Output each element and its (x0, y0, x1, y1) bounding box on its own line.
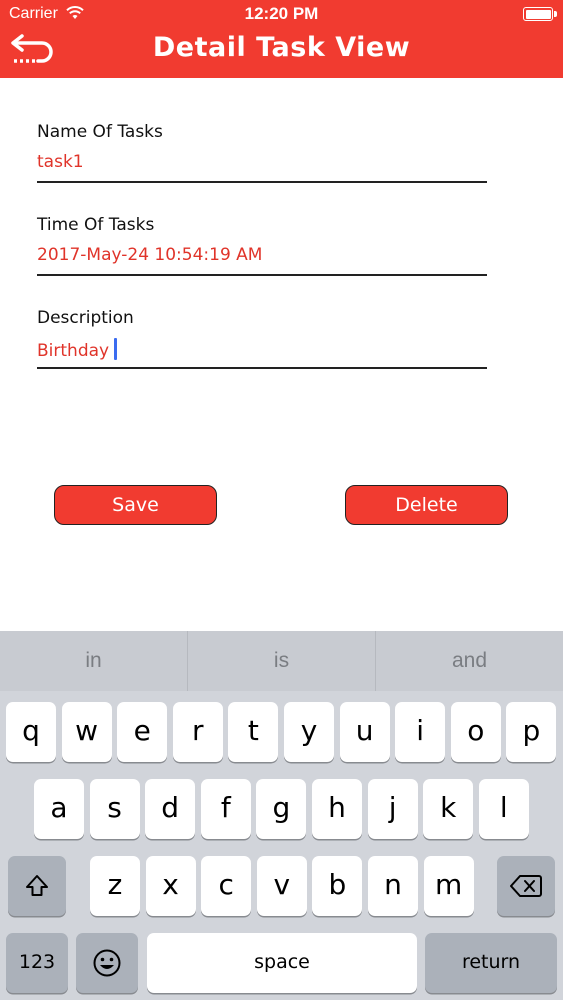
key-v[interactable]: v (256, 856, 307, 916)
task-name-label: Name Of Tasks (37, 122, 163, 142)
key-l[interactable]: l (478, 779, 529, 839)
key-p[interactable]: p (506, 702, 557, 762)
text-cursor (114, 338, 118, 360)
task-time-label: Time Of Tasks (37, 215, 155, 235)
description-value: Birthday (37, 341, 110, 361)
keyboard: in is and qwertyuiop asdfghjkl zxcvbnm 123… (0, 631, 563, 1000)
clock: 12:20 PM (244, 4, 319, 23)
key-z[interactable]: z (90, 856, 140, 916)
task-name-field[interactable]: Name Of Tasks task1 (37, 122, 487, 183)
task-time-underline (37, 274, 487, 276)
suggestion-bar: in is and (0, 631, 563, 691)
key-e[interactable]: e (117, 702, 168, 762)
battery-icon (523, 7, 557, 21)
status-bar: Carrier 12:20 PM (0, 0, 563, 28)
key-r[interactable]: r (172, 702, 223, 762)
key-q[interactable]: q (6, 702, 56, 762)
suggestion-3[interactable]: and (376, 631, 563, 691)
task-time-field[interactable]: Time Of Tasks 2017-May-24 10:54:19 AM (37, 215, 487, 276)
key-f[interactable]: f (200, 779, 251, 839)
shift-icon (26, 875, 48, 896)
key-y[interactable]: y (284, 702, 334, 762)
key-n[interactable]: n (368, 856, 418, 916)
description-label: Description (37, 308, 134, 328)
task-time-value[interactable]: 2017-May-24 10:54:19 AM (37, 245, 487, 267)
emoji-icon (93, 949, 121, 977)
backspace-key[interactable] (497, 856, 555, 916)
key-d[interactable]: d (145, 779, 196, 839)
key-t[interactable]: t (228, 702, 279, 762)
key-x[interactable]: x (145, 856, 196, 916)
backspace-icon (510, 875, 542, 897)
page-title: Detail Task View (152, 32, 411, 63)
delete-button[interactable]: Delete (345, 485, 508, 525)
key-h[interactable]: h (312, 779, 362, 839)
key-u[interactable]: u (339, 702, 390, 762)
description-input[interactable]: Birthday (37, 338, 487, 361)
key-s[interactable]: s (89, 779, 140, 839)
space-key[interactable]: space (147, 933, 417, 993)
key-i[interactable]: i (395, 702, 446, 762)
key-j[interactable]: j (367, 779, 418, 839)
key-a[interactable]: a (34, 779, 84, 839)
key-w[interactable]: w (61, 702, 112, 762)
shift-key[interactable] (8, 856, 66, 916)
nav-bar: Detail Task View (0, 28, 563, 78)
emoji-key[interactable] (76, 933, 138, 993)
description-field[interactable]: Description Birthday (37, 308, 487, 369)
key-m[interactable]: m (423, 856, 474, 916)
key-c[interactable]: c (201, 856, 252, 916)
numbers-key[interactable]: 123 (6, 933, 68, 993)
task-name-underline (37, 181, 487, 183)
save-button[interactable]: Save (54, 485, 217, 525)
key-k[interactable]: k (423, 779, 474, 839)
key-g[interactable]: g (256, 779, 307, 839)
description-underline (37, 367, 487, 369)
suggestion-1[interactable]: in (0, 631, 187, 691)
task-name-value[interactable]: task1 (37, 152, 487, 174)
key-b[interactable]: b (312, 856, 363, 916)
key-o[interactable]: o (450, 702, 501, 762)
return-key[interactable]: return (425, 933, 557, 993)
suggestion-2[interactable]: is (188, 631, 375, 691)
